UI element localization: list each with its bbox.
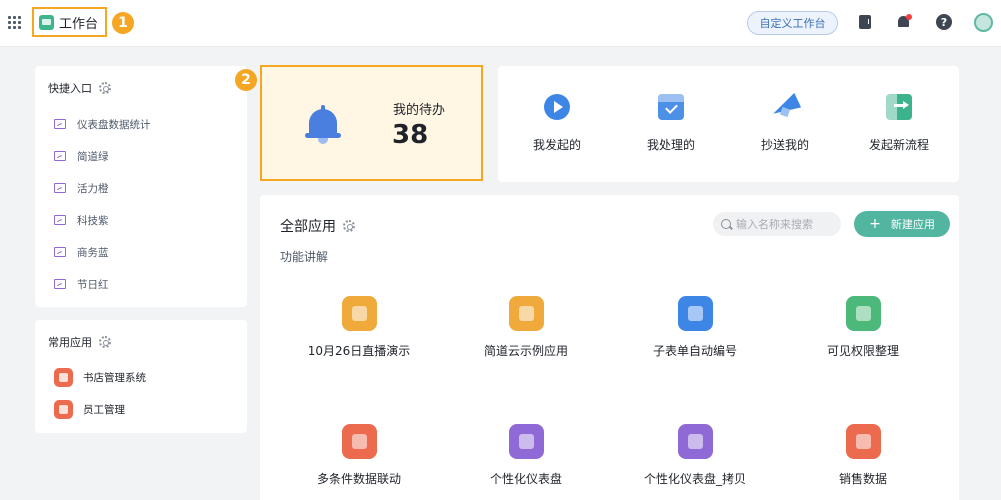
search-icon	[721, 219, 731, 229]
quick-entry-item[interactable]: 简道绿	[54, 140, 151, 172]
store-icon	[341, 424, 377, 459]
my-todo-card[interactable]: 我的待办 38	[260, 65, 483, 181]
bell-icon	[305, 105, 341, 145]
quick-entry-title: 快捷入口	[48, 82, 92, 95]
todo-label: 我的待办	[393, 103, 446, 118]
app-tile[interactable]: 简道云示例应用	[446, 296, 606, 359]
puzzle-icon	[341, 296, 377, 331]
common-apps-panel: 常用应用 书店管理系统 员工管理	[35, 320, 247, 433]
app-tile[interactable]: 个性化仪表盘_拷贝	[615, 424, 775, 487]
hand-cube-icon	[677, 296, 713, 331]
all-apps-settings-gear-icon[interactable]	[343, 220, 355, 232]
bookstore-app-icon	[54, 367, 73, 387]
building-icon	[677, 424, 713, 459]
all-apps-panel: 全部应用 功能讲解 + 新建应用 10月26日直播演示 简道云示例应用 子表单自…	[260, 195, 959, 500]
cc-to-me-action[interactable]: 抄送我的	[730, 94, 840, 153]
customize-workbench-button[interactable]: 自定义工作台	[747, 11, 838, 35]
start-new-process-action[interactable]: 发起新流程	[844, 94, 954, 153]
app-tile[interactable]: 10月26日直播演示	[279, 296, 439, 359]
app-search-input[interactable]	[736, 217, 836, 231]
help-icon[interactable]: ?	[936, 14, 952, 30]
workbench-logo-icon	[39, 14, 54, 30]
quick-entry-item[interactable]: 科技紫	[54, 204, 151, 236]
workbench-title: 工作台	[59, 16, 99, 32]
quick-entry-item[interactable]: 商务蓝	[54, 236, 151, 268]
yen-icon	[845, 296, 881, 331]
monitor-icon	[54, 215, 66, 225]
all-apps-title: 全部应用	[280, 219, 336, 235]
app-tile[interactable]: 销售数据	[783, 424, 943, 487]
new-app-button[interactable]: + 新建应用	[854, 211, 950, 237]
book-icon[interactable]	[857, 14, 873, 30]
quick-entry-item[interactable]: 活力橙	[54, 172, 151, 204]
monitor-icon	[54, 151, 66, 161]
todo-count: 38	[392, 120, 429, 150]
employee-app-icon	[54, 399, 73, 419]
avatar[interactable]	[974, 13, 993, 32]
app-search-box[interactable]	[713, 212, 841, 236]
app-group-title: 功能讲解	[280, 250, 329, 264]
inbox-check-icon	[658, 94, 684, 120]
app-tile[interactable]: 子表单自动编号	[615, 296, 775, 359]
process-actions-panel: 我发起的 我处理的 抄送我的 发起新流程	[498, 66, 959, 182]
exit-arrow-icon	[886, 94, 912, 120]
new-app-label: 新建应用	[890, 218, 935, 231]
handled-by-me-action[interactable]: 我处理的	[616, 94, 726, 153]
plus-icon: +	[869, 216, 881, 232]
app-tile[interactable]: 可见权限整理	[783, 296, 943, 359]
planet-icon	[508, 296, 544, 331]
paper-plane-icon	[771, 94, 799, 120]
monitor-icon	[54, 119, 66, 129]
quick-entry-settings-gear-icon[interactable]	[99, 82, 111, 94]
monitor-icon	[54, 247, 66, 257]
top-bar: 工作台 1 自定义工作台 ?	[0, 0, 1001, 47]
notification-bell-icon[interactable]	[896, 14, 912, 30]
play-icon	[544, 94, 570, 120]
common-apps-settings-gear-icon[interactable]	[99, 336, 111, 348]
app-grid-icon[interactable]	[8, 16, 21, 29]
workbench-home[interactable]: 工作台	[32, 7, 107, 37]
annotation-badge-2: 2	[235, 69, 257, 91]
initiated-by-me-action[interactable]: 我发起的	[502, 94, 612, 153]
quick-entry-panel: 快捷入口 仪表盘数据统计 简道绿 活力橙 科技紫 商务蓝 节日红	[35, 66, 247, 307]
common-app-item[interactable]: 员工管理	[54, 393, 146, 425]
app-tile[interactable]: 个性化仪表盘	[446, 424, 606, 487]
monitor-icon	[54, 183, 66, 193]
quick-entry-item[interactable]: 节日红	[54, 268, 151, 300]
common-app-item[interactable]: 书店管理系统	[54, 361, 146, 393]
common-apps-title: 常用应用	[48, 336, 92, 349]
monitor-icon	[54, 279, 66, 289]
building-icon	[508, 424, 544, 459]
app-tile[interactable]: 多条件数据联动	[279, 424, 439, 487]
basket-icon	[845, 424, 881, 459]
annotation-badge-1: 1	[112, 12, 134, 34]
quick-entry-item[interactable]: 仪表盘数据统计	[54, 108, 151, 140]
